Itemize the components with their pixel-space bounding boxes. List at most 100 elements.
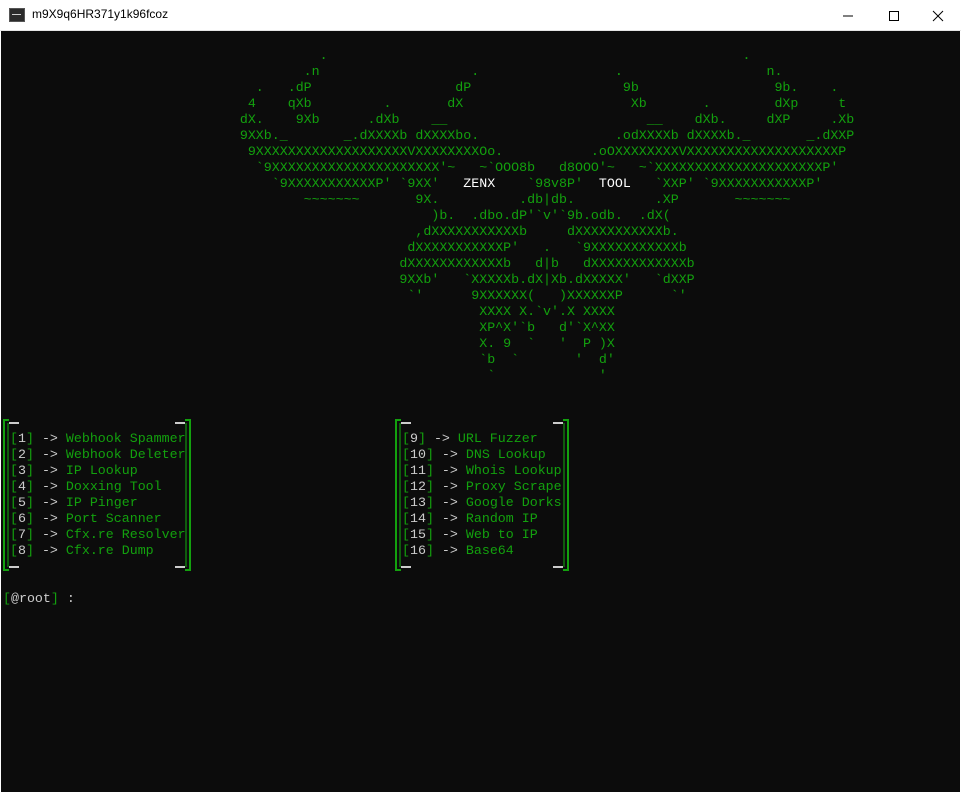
menu-item-label: Proxy Scrape (465, 479, 562, 494)
bracket-right (563, 419, 569, 571)
menu-item: [9] -> URL Fuzzer (402, 431, 538, 446)
title-bar: m9X9q6HR371y1k96fcoz (0, 0, 961, 31)
banner-title-zenx: ZENX (463, 176, 496, 191)
maximize-button[interactable] (871, 0, 917, 31)
menu-arrow: -> (41, 447, 58, 462)
banner-line-gap: `98v8P' (495, 176, 599, 191)
menu-panel-left: [1] -> Webhook Spammer [2] -> Webhook De… (3, 419, 191, 571)
menu-item-number: 6 (17, 511, 26, 526)
banner-line: )b. .dbo.dP'`v'`9b.odb. .dX( (176, 208, 671, 223)
banner-line: 9XXXXXXXXXXXXXXXXXXXVXXXXXXXXOo. .oOXXXX… (176, 144, 847, 159)
banner-line: XP^X'`b d'`X^XX (176, 320, 615, 335)
banner-line: 9XXb' `XXXXXb.dX|Xb.dXXXXX' `dXXP (176, 272, 695, 287)
menu-item-label: Google Dorks (465, 495, 562, 510)
menu-item-number: 12 (409, 479, 426, 494)
console-area[interactable]: . . .n . . n. . .dP dP 9b 9b. . 4 qXb . … (1, 31, 960, 792)
bracket-left (395, 419, 401, 571)
menu-item: [11] -> Whois Lookup (402, 463, 562, 478)
menu-list-left: [1] -> Webhook Spammer [2] -> Webhook De… (10, 431, 186, 559)
prompt-suffix: : (58, 591, 75, 606)
menu-item: [7] -> Cfx.re Resolver (10, 527, 186, 542)
banner-line: `b ` ' d' (176, 352, 615, 367)
menu-item-number: 10 (409, 447, 426, 462)
menu-item-number: 3 (17, 463, 26, 478)
minimize-button[interactable] (825, 0, 871, 31)
banner-line: dX. 9Xb .dXb __ __ dXb. dXP .Xb (176, 112, 855, 127)
menu-item: [13] -> Google Dorks (402, 495, 562, 510)
close-icon (932, 10, 944, 22)
menu-item-number: 8 (17, 543, 26, 558)
menu-item: [1] -> Webhook Spammer (10, 431, 186, 446)
menu-arrow: -> (41, 527, 58, 542)
menu-arrow: -> (41, 543, 58, 558)
banner-line: `9XXXXXXXXXXXP' `9XX' (176, 176, 464, 191)
menu-arrow: -> (441, 543, 458, 558)
banner-line: ~~~~~~~ 9X. .db|db. .XP ~~~~~~~ (176, 192, 791, 207)
menu-item-label: Web to IP (465, 527, 538, 542)
menu-arrow: -> (441, 527, 458, 542)
menu-item-label: Port Scanner (65, 511, 162, 526)
command-prompt[interactable]: [@root] : (3, 591, 75, 607)
menu-item-label: Whois Lookup (465, 463, 562, 478)
bracket-cap (9, 566, 19, 568)
menu-item-number: 7 (17, 527, 26, 542)
menu-item-label: Cfx.re Resolver (65, 527, 186, 542)
menu-item-label: IP Pinger (65, 495, 138, 510)
menu-item: [4] -> Doxxing Tool (10, 479, 162, 494)
menu-item-label: Random IP (465, 511, 538, 526)
menu-item-label: URL Fuzzer (457, 431, 538, 446)
banner-line: `' 9XXXXXX( )XXXXXXP `' (176, 288, 687, 303)
menu-arrow: -> (441, 495, 458, 510)
menu-item: [8] -> Cfx.re Dump (10, 543, 154, 558)
ascii-banner: . . .n . . n. . .dP dP 9b 9b. . 4 qXb . … (176, 48, 854, 384)
menu-item: [14] -> Random IP (402, 511, 538, 526)
menu-item-label: Cfx.re Dump (65, 543, 154, 558)
menu-item: [5] -> IP Pinger (10, 495, 138, 510)
menu-item-number: 16 (409, 543, 426, 558)
console-app-icon (9, 8, 25, 22)
menu-arrow: -> (41, 479, 58, 494)
banner-line-tail: `XXP' `9XXXXXXXXXXXP' (630, 176, 823, 191)
menu-arrow: -> (441, 447, 458, 462)
bracket-cap (401, 566, 411, 568)
menu-item: [3] -> IP Lookup (10, 463, 138, 478)
minimize-icon (843, 15, 853, 17)
menu-item: [16] -> Base64 (402, 543, 514, 558)
banner-line: .n . . n. (176, 64, 783, 79)
banner-title-tool: TOOL (598, 176, 631, 191)
menu-item: [12] -> Proxy Scrape (402, 479, 562, 494)
banner-line: XXXX X.`v'.X XXXX (176, 304, 615, 319)
window-title: m9X9q6HR371y1k96fcoz (32, 7, 169, 21)
menu-item: [6] -> Port Scanner (10, 511, 162, 526)
menu-item-number: 13 (409, 495, 426, 510)
banner-line: `9XXXXXXXXXXXXXXXXXXXXX'~ ~`OOO8b d8OOO'… (176, 160, 839, 175)
banner-line: X. 9 ` ' P )X (176, 336, 615, 351)
menu-item-label: DNS Lookup (465, 447, 546, 462)
bracket-cap (401, 422, 411, 424)
banner-line: dXXXXXXXXXXXXb d|b dXXXXXXXXXXXXb (176, 256, 695, 271)
menu-arrow: -> (41, 511, 58, 526)
menu-arrow: -> (441, 511, 458, 526)
menu-arrow: -> (41, 431, 58, 446)
menu-item: [10] -> DNS Lookup (402, 447, 546, 462)
menu-arrow: -> (441, 479, 458, 494)
menu-arrow: -> (441, 463, 458, 478)
banner-line: . . (176, 48, 751, 63)
menu-item-number: 15 (409, 527, 426, 542)
banner-line: dXXXXXXXXXXXP' . `9XXXXXXXXXXXb (176, 240, 687, 255)
menu-item-label: IP Lookup (65, 463, 138, 478)
menu-item-number: 9 (409, 431, 418, 446)
menu-item-label: Webhook Spammer (65, 431, 186, 446)
menu-arrow: -> (41, 495, 58, 510)
menu-item: [2] -> Webhook Deleter (10, 447, 186, 462)
menu-panel-right: [9] -> URL Fuzzer [10] -> DNS Lookup [11… (395, 419, 569, 571)
banner-line: . .dP dP 9b 9b. . (176, 80, 839, 95)
banner-line: 4 qXb . dX Xb . dXp t (176, 96, 847, 111)
close-button[interactable] (915, 0, 961, 31)
maximize-icon (889, 11, 899, 21)
menu-list-right: [9] -> URL Fuzzer [10] -> DNS Lookup [11… (402, 431, 562, 559)
menu-item: [15] -> Web to IP (402, 527, 538, 542)
bracket-cap (553, 422, 563, 424)
menu-arrow: -> (433, 431, 450, 446)
banner-line: ,dXXXXXXXXXXXb dXXXXXXXXXXXb. (176, 224, 679, 239)
